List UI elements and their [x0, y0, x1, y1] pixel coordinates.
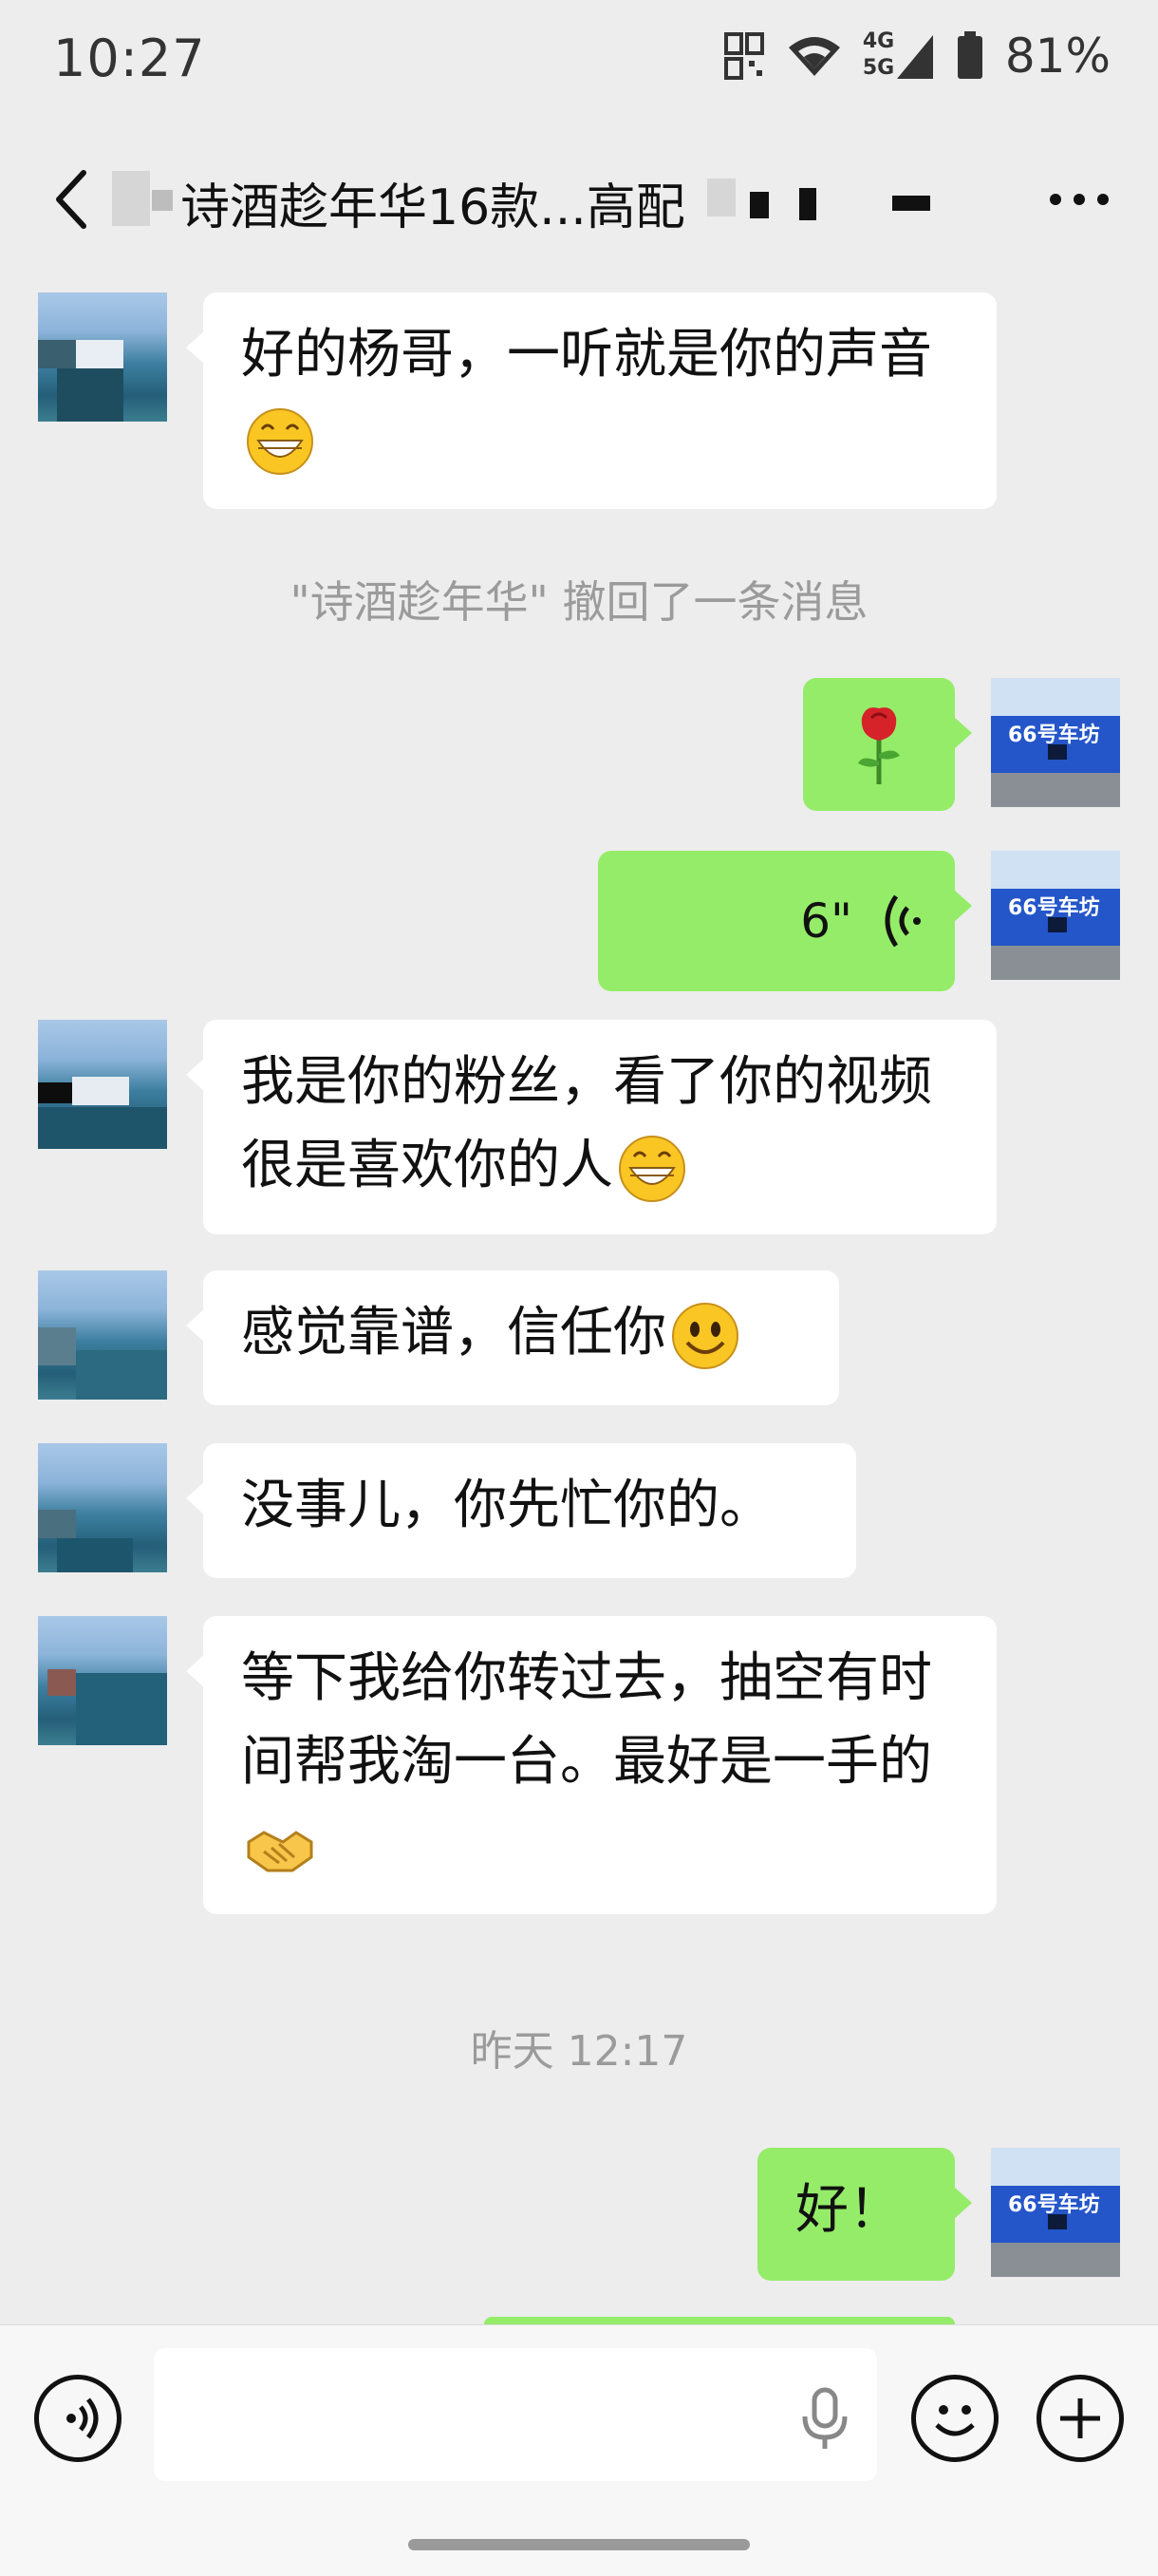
wifi-icon: [788, 37, 840, 76]
message-text: 等下我给你转过去，抽空有时间帮我淘一台。最好是一手的: [241, 1647, 932, 1793]
contact-avatar[interactable]: [38, 1616, 167, 1745]
plus-icon[interactable]: [1037, 2375, 1124, 2462]
battery-percent: 81%: [1004, 28, 1111, 84]
my-avatar[interactable]: 66号车坊: [991, 678, 1120, 807]
status-icons: 4G 5G 81%: [723, 28, 1111, 84]
chevron-left-icon[interactable]: [46, 161, 103, 237]
emoji-icon[interactable]: [911, 2375, 999, 2462]
status-time: 10:27: [53, 28, 206, 88]
message-text: 没事儿，你先忙你的。: [241, 1475, 773, 1536]
title-redaction-left: [112, 171, 150, 226]
title-redaction-left-2: [152, 190, 173, 211]
message-bubble-incoming[interactable]: 等下我给你转过去，抽空有时间帮我淘一台。最好是一手的: [186, 1616, 997, 1914]
voice-input-icon[interactable]: [34, 2375, 121, 2462]
voice-duration: 6": [800, 893, 852, 949]
home-indicator[interactable]: [408, 2539, 750, 2550]
nfc-icon: [723, 32, 764, 80]
microphone-icon[interactable]: [801, 2386, 849, 2453]
contact-avatar[interactable]: [38, 1270, 167, 1400]
title-redaction-right-2: [750, 192, 769, 218]
voice-wave-icon: [885, 894, 921, 948]
message-bubble-incoming[interactable]: 没事儿，你先忙你的。: [186, 1443, 856, 1578]
title-redaction-right-3: [799, 188, 816, 220]
chat-header: 诗酒趁年华16款...高配: [0, 123, 1158, 275]
chat-title: 诗酒趁年华16款...高配: [180, 179, 685, 236]
rose-icon: [858, 707, 900, 784]
network-5g-label: 5G: [862, 56, 895, 80]
time-divider: 昨天 12:17: [470, 2027, 688, 2076]
smile-emoji-icon: [672, 1302, 738, 1369]
message-text: 感觉靠谱，信任你: [241, 1302, 666, 1363]
message-bubble-incoming[interactable]: 我是你的粉丝，看了你的视频很是喜欢你的人: [186, 1020, 997, 1234]
message-bubble-outgoing[interactable]: [803, 678, 972, 811]
my-avatar[interactable]: 66号车坊: [991, 2148, 1120, 2277]
handshake-emoji-icon: [247, 1831, 313, 1872]
recall-notice: "诗酒趁年华" 撤回了一条消息: [290, 576, 868, 628]
grin-emoji-icon: [619, 1135, 685, 1202]
message-bubble-outgoing[interactable]: 好！: [757, 2148, 972, 2281]
signal-icon: [896, 35, 933, 79]
title-redaction-right: [707, 179, 736, 216]
network-4g-label: 4G: [862, 29, 895, 53]
battery-icon: [957, 31, 982, 79]
voice-message-bubble[interactable]: 6": [598, 851, 972, 991]
contact-avatar[interactable]: [38, 1443, 167, 1572]
network-indicator: 4G 5G: [863, 29, 935, 83]
contact-avatar[interactable]: [38, 1020, 167, 1149]
message-bubble-incoming[interactable]: 感觉靠谱，信任你: [186, 1270, 839, 1405]
message-input[interactable]: [154, 2348, 877, 2481]
message-text: 好的杨哥，一听就是你的声音: [241, 324, 932, 385]
contact-avatar[interactable]: [38, 292, 167, 422]
title-redaction-right-4: [892, 196, 930, 211]
more-icon[interactable]: [1046, 171, 1112, 228]
message-text: 好！: [795, 2179, 902, 2241]
grin-emoji-icon: [247, 407, 313, 475]
message-text: 我是你的粉丝，看了你的视频很是喜欢你的人: [241, 1051, 932, 1196]
status-bar: 10:27 4G 5G 81%: [0, 0, 1158, 123]
message-bubble-incoming[interactable]: 好的杨哥，一听就是你的声音: [186, 292, 997, 509]
my-avatar[interactable]: 66号车坊: [991, 851, 1120, 980]
